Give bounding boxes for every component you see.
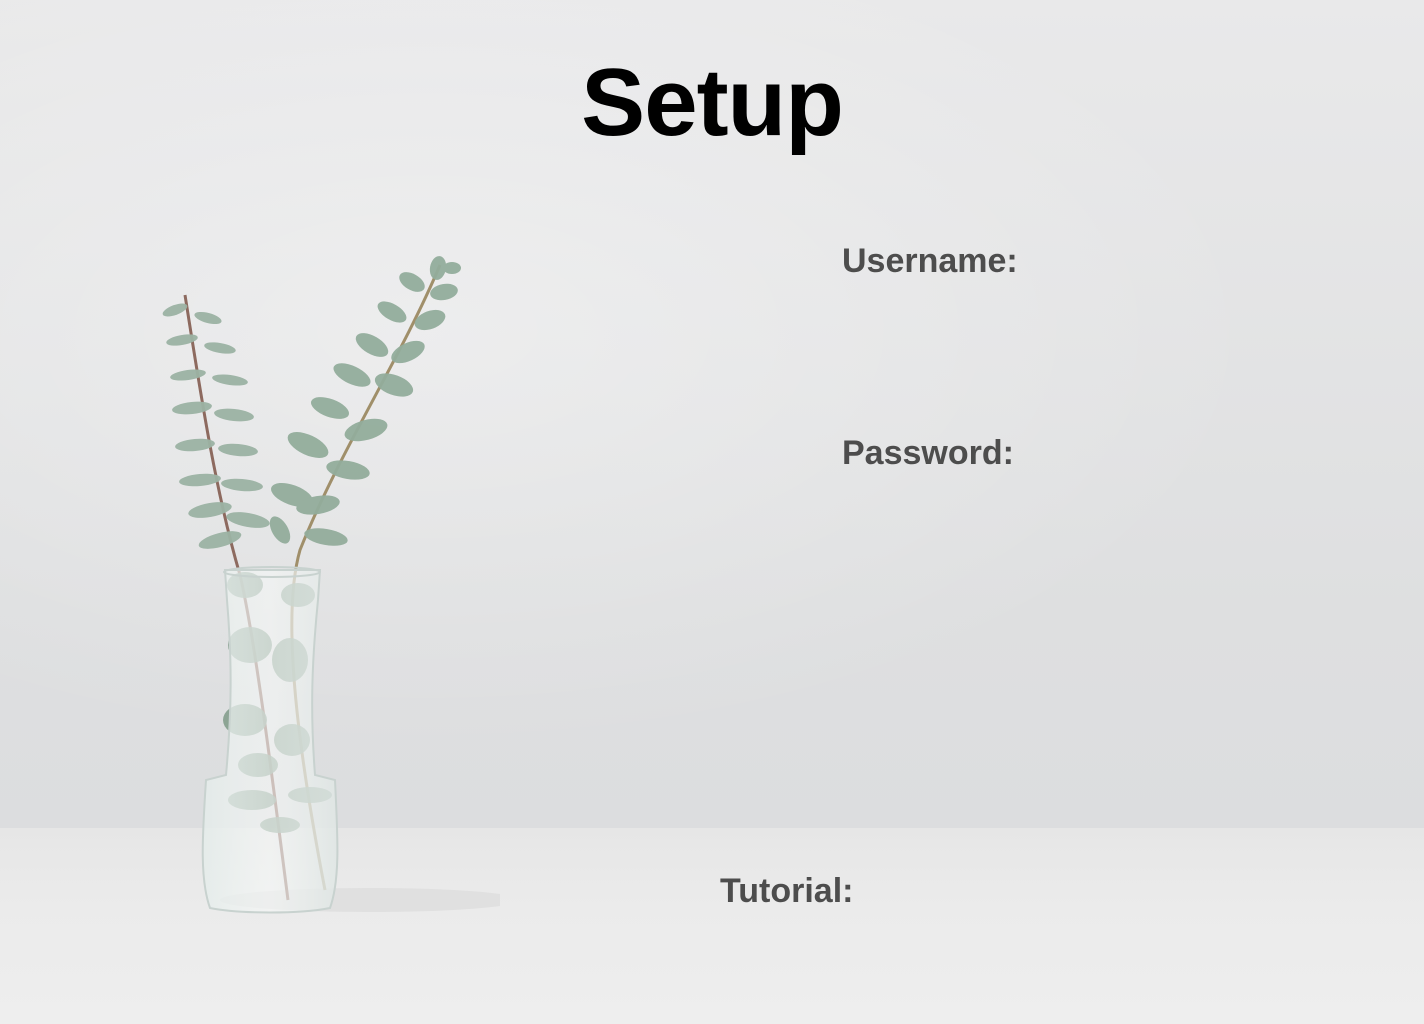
page-title: Setup [581, 49, 844, 156]
username-label: Username: [842, 242, 1018, 280]
tutorial-label: Tutorial: [720, 872, 854, 910]
eucalyptus-vase-illustration [162, 256, 500, 914]
password-label: Password: [842, 434, 1014, 472]
password-input[interactable] [842, 487, 1246, 533]
tutorial-input[interactable] [870, 874, 934, 916]
username-input[interactable] [842, 295, 1246, 341]
